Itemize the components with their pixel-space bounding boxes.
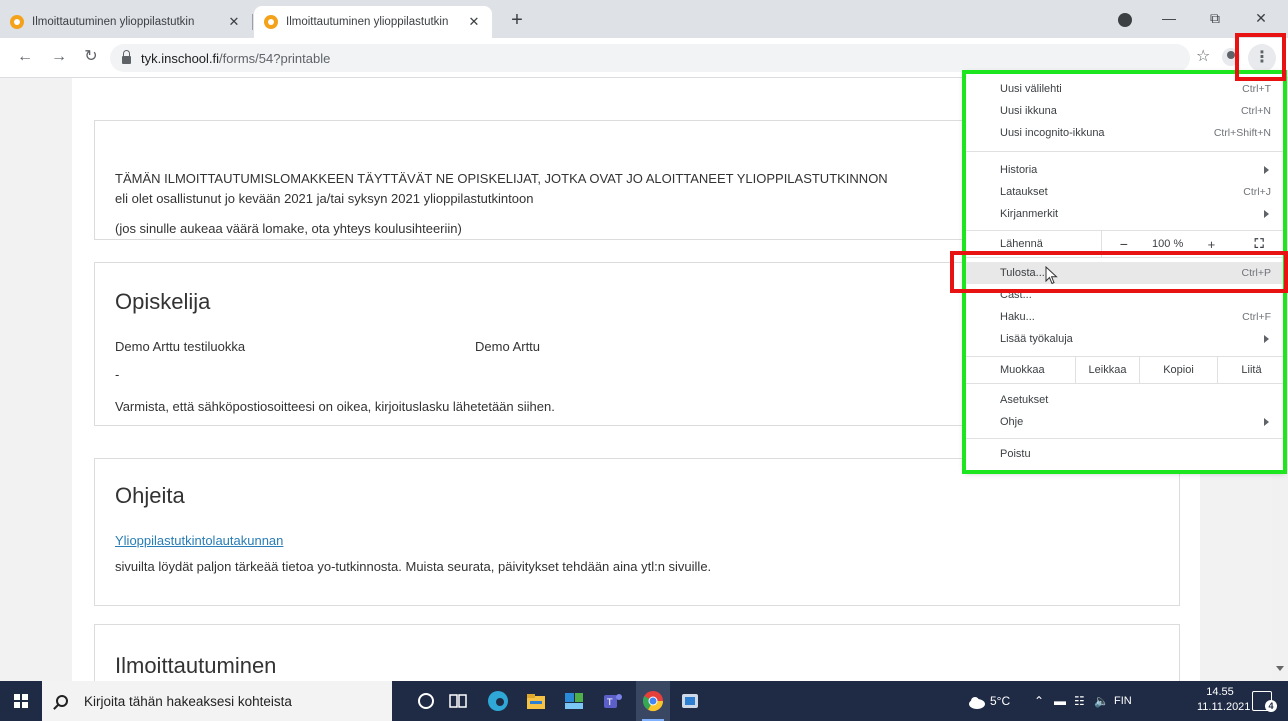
task-view-icon[interactable] <box>446 689 470 713</box>
browser-tab-2[interactable]: Ilmoittautuminen ylioppilastutkin ✕ <box>254 6 492 38</box>
print-highlight-box <box>950 251 1288 293</box>
registration-card: Ilmoittautuminen <box>94 624 1180 681</box>
url-host: tyk.inschool.fi <box>141 50 220 66</box>
star-icon[interactable]: ☆ <box>1196 46 1210 66</box>
student-class: Demo Arttu testiluokka <box>115 339 246 354</box>
windows-taskbar: Kirjoita tähän hakeaksesi kohteista T 5°… <box>0 681 1288 721</box>
ytl-link[interactable]: Ylioppilastutkintolautakunnan <box>115 531 1179 551</box>
clock-date: 11.11.2021 <box>1197 701 1251 713</box>
language-indicator[interactable]: FIN <box>1114 681 1132 721</box>
tab-close-icon[interactable]: ✕ <box>466 14 482 30</box>
instructions-heading: Ohjeita <box>115 483 185 508</box>
cloud-icon <box>969 696 985 709</box>
forward-icon[interactable]: → <box>48 46 70 68</box>
temperature: 5°C <box>990 694 1011 708</box>
svg-text:T: T <box>606 698 613 708</box>
back-icon[interactable]: ← <box>14 46 36 68</box>
new-tab-button[interactable]: + <box>506 10 528 32</box>
whiteboard-app-icon[interactable] <box>678 689 702 713</box>
instructions-card: Ohjeita Ylioppilastutkintolautakunnan si… <box>94 458 1180 606</box>
teams-icon[interactable]: T <box>600 689 624 713</box>
file-explorer-icon[interactable] <box>524 689 548 713</box>
reload-icon[interactable]: ↻ <box>80 46 102 68</box>
photos-app-icon[interactable] <box>562 689 586 713</box>
url-path: /forms/54?printable <box>219 50 331 66</box>
tab-close-icon[interactable]: ✕ <box>226 14 242 30</box>
address-bar[interactable]: tyk.inschool.fi/forms/54?printable <box>110 44 1190 72</box>
cortana-icon[interactable] <box>414 689 438 713</box>
tab-title: Ilmoittautuminen ylioppilastutkin <box>286 16 449 28</box>
registration-heading: Ilmoittautuminen <box>115 653 277 678</box>
start-button[interactable] <box>0 681 42 721</box>
scroll-down-icon[interactable] <box>1276 666 1284 671</box>
windows-logo-icon <box>14 694 28 708</box>
tray-chevron-icon[interactable]: ⌃ <box>1034 681 1044 721</box>
weather-tray[interactable]: 5°C <box>968 681 1010 721</box>
tab-separator <box>252 14 253 30</box>
site-favicon-icon <box>10 15 24 29</box>
edge-icon[interactable] <box>486 689 510 713</box>
battery-icon[interactable]: ▬ <box>1054 681 1066 721</box>
notification-count: 4 <box>1265 700 1277 712</box>
clock-time: 14.55 <box>1206 686 1234 698</box>
wifi-icon[interactable]: ☷ <box>1074 681 1085 721</box>
student-name: Demo Arttu <box>475 339 541 354</box>
minimize-icon[interactable]: — <box>1146 4 1192 32</box>
lock-icon[interactable] <box>122 50 131 64</box>
clock[interactable]: 14.55 11.11.2021 <box>1197 685 1251 715</box>
taskbar-search-placeholder: Kirjoita tähän hakeaksesi kohteista <box>84 693 292 709</box>
close-window-icon[interactable]: ✕ <box>1238 4 1284 32</box>
tab-title: Ilmoittautuminen ylioppilastutkin <box>32 16 195 28</box>
instructions-text: sivuilta löydät paljon tärkeää tietoa yo… <box>115 559 712 574</box>
restore-icon[interactable]: ⧉ <box>1192 4 1238 32</box>
chrome-taskbar-button[interactable] <box>636 681 670 721</box>
site-favicon-icon <box>264 15 278 29</box>
volume-icon[interactable]: 🔈 <box>1094 681 1109 721</box>
mouse-cursor-icon <box>1045 266 1058 285</box>
profile-icon[interactable] <box>1118 13 1132 27</box>
browser-tab-1[interactable]: Ilmoittautuminen ylioppilastutkin ✕ <box>0 6 252 38</box>
search-icon <box>56 695 68 707</box>
notification-center-icon[interactable]: 4 <box>1252 691 1277 712</box>
menu-button-highlight-box <box>1235 33 1286 81</box>
tab-strip: Ilmoittautuminen ylioppilastutkin ✕ Ilmo… <box>0 0 1288 38</box>
taskbar-search[interactable]: Kirjoita tähän hakeaksesi kohteista <box>42 681 392 721</box>
